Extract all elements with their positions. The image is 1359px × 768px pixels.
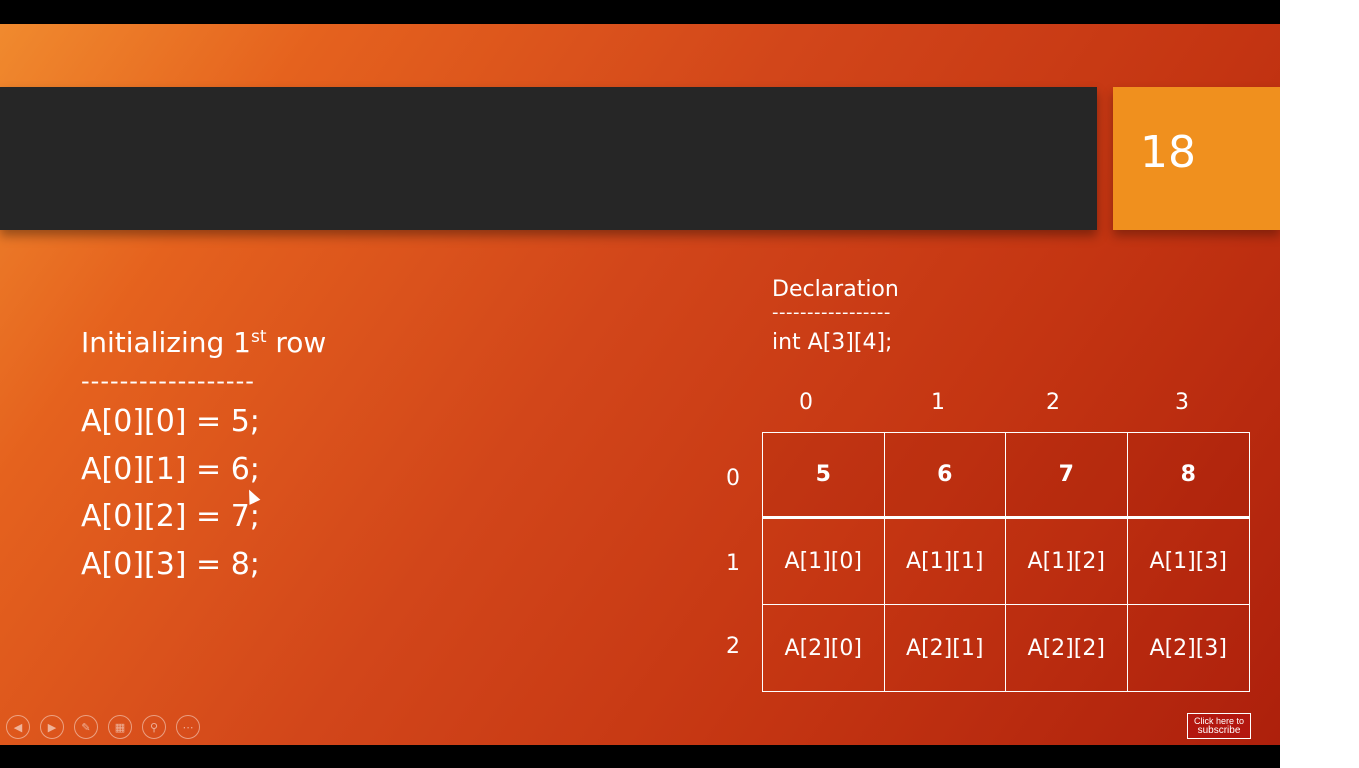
- subscribe-button[interactable]: Click here to subscribe: [1187, 713, 1251, 739]
- column-index-0: 0: [799, 390, 813, 415]
- column-index-2: 2: [1046, 390, 1060, 415]
- array-cell: A[2][0]: [763, 605, 885, 691]
- heading-text: Initializing 1: [81, 326, 251, 359]
- code-line: A[0][0] = 5;: [81, 404, 260, 439]
- see-all-slides-icon[interactable]: ▦: [108, 715, 132, 739]
- slide-number: 18: [1140, 127, 1196, 178]
- slideshow-controls: ◀ ▶ ✎ ▦ ⚲ ⋯: [6, 715, 200, 739]
- initializing-section: Initializing 1st row ------------------ …: [81, 320, 326, 588]
- subscribe-line2: subscribe: [1197, 725, 1241, 736]
- array-cell: 6: [884, 433, 1006, 519]
- row-index-0: 0: [726, 466, 740, 491]
- column-index-1: 1: [931, 390, 945, 415]
- declaration-title: Declaration: [772, 277, 899, 302]
- letterbox-top: [0, 0, 1280, 24]
- array-cell: A[1][3]: [1127, 519, 1249, 605]
- code-block: A[0][0] = 5; A[0][1] = 6; A[0][2] = 7; A…: [81, 398, 326, 588]
- heading-tail: row: [266, 326, 327, 359]
- more-options-icon[interactable]: ⋯: [176, 715, 200, 739]
- pen-icon[interactable]: ✎: [74, 715, 98, 739]
- code-line: A[0][3] = 8;: [81, 546, 260, 582]
- array-cell: A[1][1]: [884, 519, 1006, 605]
- letterbox-bottom: [0, 745, 1280, 768]
- code-line: A[0][1] = 6;: [81, 451, 260, 487]
- array-cell: A[2][2]: [1006, 605, 1128, 691]
- zoom-icon[interactable]: ⚲: [142, 715, 166, 739]
- row-index-1: 1: [726, 551, 740, 576]
- array-cell: 8: [1127, 433, 1249, 519]
- heading-superscript: st: [250, 327, 267, 347]
- heading-underline: ------------------: [81, 367, 255, 395]
- array-cell: 7: [1006, 433, 1128, 519]
- row-index-2: 2: [726, 634, 740, 659]
- declaration-underline: -----------------: [772, 302, 891, 323]
- declaration-code: int A[3][4];: [772, 330, 893, 355]
- declaration-section: Declaration ----------------- int A[3][4…: [772, 276, 899, 358]
- array-cell: A[1][2]: [1006, 519, 1128, 605]
- previous-slide-icon[interactable]: ◀: [6, 715, 30, 739]
- array-cell: A[2][3]: [1149, 635, 1227, 661]
- slide-number-box: 18: [1113, 87, 1280, 230]
- code-line: A[0][2] = 7;: [81, 499, 260, 534]
- title-bar: [0, 87, 1097, 230]
- presentation-slide: 18 Initializing 1st row ----------------…: [0, 24, 1280, 745]
- next-slide-icon[interactable]: ▶: [40, 715, 64, 739]
- section-heading: Initializing 1st row: [81, 320, 326, 360]
- array-cell: 5: [763, 433, 885, 519]
- column-index-3: 3: [1175, 390, 1189, 415]
- array-grid: 5 6 7 8 A[1][0] A[1][1] A[1][2] A[1][3] …: [762, 432, 1250, 692]
- array-cell: A[1][0]: [763, 519, 885, 605]
- array-cell: A[2][1]: [885, 605, 1006, 691]
